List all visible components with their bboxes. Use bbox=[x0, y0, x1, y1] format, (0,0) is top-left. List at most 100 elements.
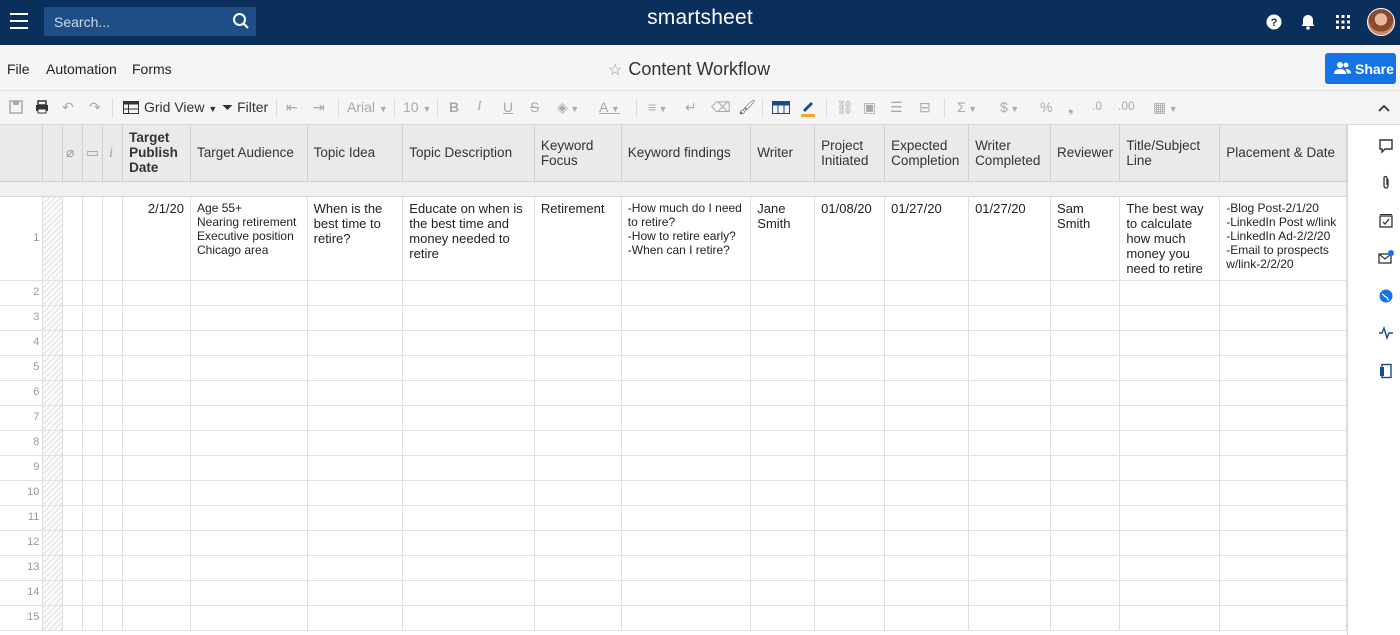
row-number[interactable]: 13 bbox=[0, 555, 44, 581]
row-drag-handle[interactable] bbox=[42, 580, 64, 606]
empty-cell[interactable] bbox=[122, 530, 192, 556]
empty-cell[interactable] bbox=[122, 505, 192, 531]
empty-cell[interactable] bbox=[534, 530, 622, 556]
empty-cell[interactable] bbox=[968, 580, 1052, 606]
empty-cell[interactable] bbox=[307, 330, 404, 356]
empty-cell[interactable] bbox=[750, 280, 816, 306]
empty-cell[interactable] bbox=[402, 555, 535, 581]
table-row[interactable]: 13 bbox=[0, 555, 1347, 581]
empty-cell[interactable] bbox=[62, 280, 84, 306]
empty-cell[interactable] bbox=[402, 280, 535, 306]
cell-keyword-findings[interactable]: -How much do I need to retire? -How to r… bbox=[621, 196, 752, 281]
bold-icon[interactable]: B bbox=[449, 99, 459, 115]
empty-cell[interactable] bbox=[1050, 280, 1121, 306]
more-formats-icon[interactable]: ▦ ▼ bbox=[1153, 99, 1178, 116]
empty-cell[interactable] bbox=[884, 580, 970, 606]
table-row[interactable]: 5 bbox=[0, 355, 1347, 381]
insert-image-icon[interactable]: ▣ bbox=[863, 99, 876, 116]
empty-cell[interactable] bbox=[1219, 455, 1347, 481]
empty-cell[interactable] bbox=[1050, 605, 1121, 631]
highlight-changes-icon[interactable] bbox=[800, 99, 816, 117]
table-row[interactable]: 10 bbox=[0, 480, 1347, 506]
percent-icon[interactable]: % bbox=[1040, 99, 1052, 115]
empty-cell[interactable] bbox=[750, 605, 816, 631]
empty-cell[interactable] bbox=[884, 305, 970, 331]
summary-icon[interactable] bbox=[1378, 363, 1394, 379]
sum-icon[interactable]: Σ ▼ bbox=[957, 99, 977, 115]
empty-cell[interactable] bbox=[750, 530, 816, 556]
empty-cell[interactable] bbox=[1219, 555, 1347, 581]
font-size-dropdown[interactable]: 10 ▼ bbox=[403, 99, 431, 115]
empty-cell[interactable] bbox=[307, 480, 404, 506]
empty-cell[interactable] bbox=[82, 605, 104, 631]
empty-cell[interactable] bbox=[1119, 355, 1221, 381]
row-number[interactable]: 14 bbox=[0, 580, 44, 606]
empty-cell[interactable] bbox=[62, 430, 84, 456]
cell-writer[interactable]: Jane Smith bbox=[750, 196, 816, 281]
empty-cell[interactable] bbox=[534, 605, 622, 631]
table-row[interactable]: 6 bbox=[0, 380, 1347, 406]
empty-cell[interactable] bbox=[534, 505, 622, 531]
empty-cell[interactable] bbox=[82, 405, 104, 431]
wrap-text-icon[interactable]: ↵ bbox=[685, 99, 697, 116]
empty-cell[interactable] bbox=[884, 455, 970, 481]
fill-color-icon[interactable]: ◈ ▼ bbox=[557, 99, 579, 116]
empty-cell[interactable] bbox=[82, 430, 104, 456]
empty-cell[interactable] bbox=[402, 430, 535, 456]
empty-cell[interactable] bbox=[190, 305, 308, 331]
empty-cell[interactable] bbox=[190, 380, 308, 406]
empty-cell[interactable] bbox=[102, 430, 124, 456]
text-color-icon[interactable]: A ▼ bbox=[599, 99, 620, 115]
empty-cell[interactable] bbox=[621, 555, 752, 581]
empty-cell[interactable] bbox=[122, 455, 192, 481]
empty-cell[interactable] bbox=[814, 430, 886, 456]
row-drag-handle[interactable] bbox=[42, 330, 64, 356]
empty-cell[interactable] bbox=[1119, 555, 1221, 581]
align-icon[interactable]: ≡ ▼ bbox=[648, 99, 668, 115]
empty-cell[interactable] bbox=[1119, 480, 1221, 506]
empty-cell[interactable] bbox=[968, 430, 1052, 456]
empty-cell[interactable] bbox=[621, 505, 752, 531]
empty-cell[interactable] bbox=[621, 330, 752, 356]
attachments-icon[interactable] bbox=[1378, 175, 1394, 191]
empty-cell[interactable] bbox=[307, 380, 404, 406]
column-header-keyword-findings[interactable]: Keyword findings bbox=[621, 125, 752, 182]
dependencies-icon[interactable]: ⊟ bbox=[919, 99, 931, 116]
indent-icon[interactable]: ⇥ bbox=[313, 99, 325, 116]
row-drag-handle[interactable] bbox=[42, 380, 64, 406]
empty-cell[interactable] bbox=[402, 505, 535, 531]
empty-cell[interactable] bbox=[1219, 480, 1347, 506]
empty-cell[interactable] bbox=[750, 555, 816, 581]
empty-cell[interactable] bbox=[190, 405, 308, 431]
clear-formatting-icon[interactable]: ⌫ bbox=[711, 99, 731, 116]
cell-writer-completed[interactable]: 01/27/20 bbox=[968, 196, 1052, 281]
row-number[interactable]: 5 bbox=[0, 355, 44, 381]
empty-cell[interactable] bbox=[968, 555, 1052, 581]
row-drag-handle[interactable] bbox=[42, 430, 64, 456]
empty-cell[interactable] bbox=[102, 530, 124, 556]
empty-cell[interactable] bbox=[814, 455, 886, 481]
empty-cell[interactable] bbox=[1050, 455, 1121, 481]
empty-cell[interactable] bbox=[190, 455, 308, 481]
row-number[interactable]: 11 bbox=[0, 505, 44, 531]
table-row[interactable]: 2 bbox=[0, 280, 1347, 306]
empty-cell[interactable] bbox=[122, 430, 192, 456]
cell-topic-description[interactable]: Educate on when is the best time and mon… bbox=[402, 196, 535, 281]
row-number[interactable]: 3 bbox=[0, 305, 44, 331]
sheet-title-text[interactable]: Content Workflow bbox=[628, 59, 770, 79]
empty-cell[interactable] bbox=[621, 305, 752, 331]
row-drag-handle[interactable] bbox=[42, 480, 64, 506]
empty-cell[interactable] bbox=[1119, 505, 1221, 531]
empty-cell[interactable] bbox=[750, 405, 816, 431]
empty-cell[interactable] bbox=[82, 280, 104, 306]
empty-cell[interactable] bbox=[534, 405, 622, 431]
outdent-icon[interactable]: ⇤ bbox=[286, 99, 298, 116]
column-header-expected-completion[interactable]: Expected Completion bbox=[884, 125, 970, 182]
empty-cell[interactable] bbox=[534, 330, 622, 356]
empty-cell[interactable] bbox=[190, 330, 308, 356]
empty-cell[interactable] bbox=[62, 380, 84, 406]
empty-cell[interactable] bbox=[884, 555, 970, 581]
column-header-target-audience[interactable]: Target Audience bbox=[190, 125, 308, 182]
empty-cell[interactable] bbox=[402, 355, 535, 381]
undo-icon[interactable]: ↶ bbox=[62, 99, 74, 116]
